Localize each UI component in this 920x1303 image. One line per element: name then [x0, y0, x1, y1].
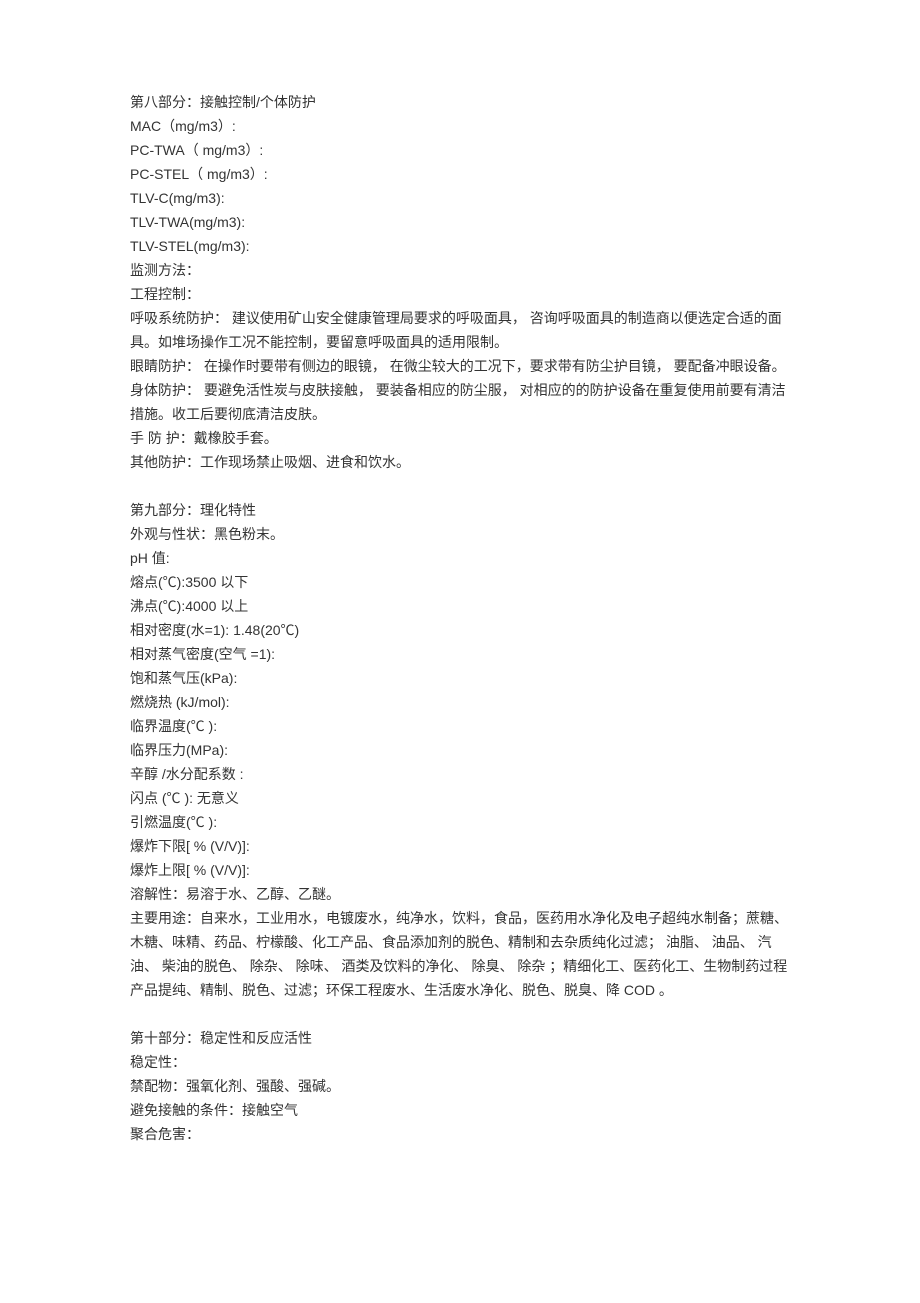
vaporpressure-line: 饱和蒸气压(kPa): — [130, 666, 790, 690]
ignition-line: 引燃温度(℃ ): — [130, 810, 790, 834]
crittemp-line: 临界温度(℃ ): — [130, 714, 790, 738]
vapordensity-line: 相对蒸气密度(空气 =1): — [130, 642, 790, 666]
resp-line: 呼吸系统防护： 建议使用矿山安全健康管理局要求的呼吸面具， 咨询呼吸面具的制造商… — [130, 306, 790, 354]
appearance-line: 外观与性状：黑色粉末。 — [130, 522, 790, 546]
tlvc-line: TLV-C(mg/m3): — [130, 186, 790, 210]
body-line: 身体防护： 要避免活性炭与皮肤接触， 要装备相应的防尘服， 对相应的的防护设备在… — [130, 378, 790, 426]
section10-heading: 第十部分：稳定性和反应活性 — [130, 1026, 790, 1050]
boiling-line: 沸点(℃):4000 以上 — [130, 594, 790, 618]
eye-line: 眼睛防护： 在操作时要带有侧边的眼镜， 在微尘较大的工况下，要求带有防尘护目镜，… — [130, 354, 790, 378]
pcstel-line: PC-STEL（ mg/m3）: — [130, 162, 790, 186]
engctrl-line: 工程控制： — [130, 282, 790, 306]
partition-line: 辛醇 /水分配系数 : — [130, 762, 790, 786]
section-gap — [130, 1002, 790, 1026]
avoid-line: 避免接触的条件：接触空气 — [130, 1098, 790, 1122]
pctwa-line: PC-TWA（ mg/m3）: — [130, 138, 790, 162]
uses-line: 主要用途：自来水，工业用水，电镀废水，纯净水，饮料，食品，医药用水净化及电子超纯… — [130, 906, 790, 1002]
tlvstel-line: TLV-STEL(mg/m3): — [130, 234, 790, 258]
stability-line: 稳定性： — [130, 1050, 790, 1074]
tlvtwa-line: TLV-TWA(mg/m3): — [130, 210, 790, 234]
section-gap — [130, 474, 790, 498]
section8-heading: 第八部分：接触控制/个体防护 — [130, 90, 790, 114]
combustion-line: 燃烧热 (kJ/mol): — [130, 690, 790, 714]
solubility-line: 溶解性：易溶于水、乙醇、乙醚。 — [130, 882, 790, 906]
lel-line: 爆炸下限[ % (V/V)]: — [130, 834, 790, 858]
document-page: 第八部分：接触控制/个体防护 MAC（mg/m3）: PC-TWA（ mg/m3… — [0, 0, 920, 1303]
uel-line: 爆炸上限[ % (V/V)]: — [130, 858, 790, 882]
mac-line: MAC（mg/m3）: — [130, 114, 790, 138]
critpressure-line: 临界压力(MPa): — [130, 738, 790, 762]
polyhazard-line: 聚合危害： — [130, 1122, 790, 1146]
ph-line: pH 值: — [130, 546, 790, 570]
hand-line: 手 防 护：戴橡胶手套。 — [130, 426, 790, 450]
flash-line: 闪点 (℃ ): 无意义 — [130, 786, 790, 810]
section9-heading: 第九部分：理化特性 — [130, 498, 790, 522]
density-line: 相对密度(水=1): 1.48(20℃) — [130, 618, 790, 642]
monitor-line: 监测方法： — [130, 258, 790, 282]
melting-line: 熔点(℃):3500 以下 — [130, 570, 790, 594]
incompat-line: 禁配物：强氧化剂、强酸、强碱。 — [130, 1074, 790, 1098]
other-line: 其他防护：工作现场禁止吸烟、进食和饮水。 — [130, 450, 790, 474]
